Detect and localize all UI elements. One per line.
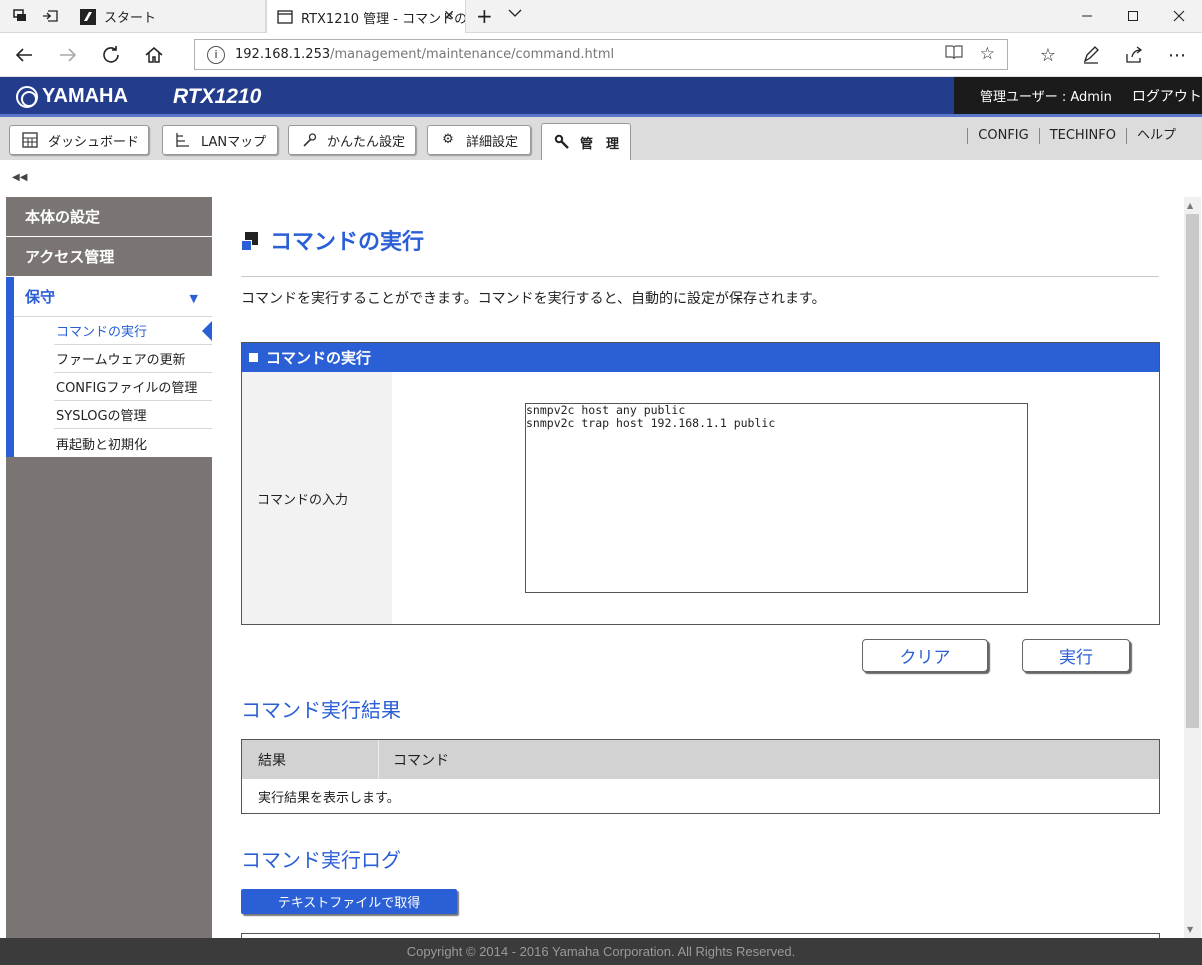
chevron-down-icon[interactable] xyxy=(508,6,522,22)
browser-tab-bar: スタート RTX1210 管理 - コマンドの ✕ + xyxy=(0,0,1202,34)
result-section-title: コマンド実行結果 xyxy=(241,698,401,722)
favorites-hub-icon[interactable]: ☆ xyxy=(1034,41,1062,69)
address-bar: i 192.168.1.253/management/maintenance/c… xyxy=(0,33,1202,77)
command-input[interactable]: snmpv2c host any public snmpv2c trap hos… xyxy=(525,403,1028,593)
menu-management-tab[interactable]: 管 理 xyxy=(541,123,631,160)
url-host: 192.168.1.253 xyxy=(235,47,331,62)
info-icon[interactable]: i xyxy=(207,45,225,64)
favorite-star-icon[interactable]: ☆ xyxy=(980,44,995,64)
router-header: YAMAHA RTX1210 管理ユーザー : Admin ログアウト xyxy=(0,77,1202,117)
title-divider xyxy=(241,276,1159,277)
reading-view-icon[interactable] xyxy=(945,44,963,65)
log-section-title: コマンド実行ログ xyxy=(241,848,401,872)
run-button[interactable]: 実行 xyxy=(1022,639,1130,672)
gear-icon: ⚙ xyxy=(442,132,454,147)
title-square-icon xyxy=(241,231,258,251)
tab-actions-icon[interactable] xyxy=(10,6,30,26)
url-path: /management/maintenance/command.html xyxy=(330,47,615,62)
refresh-icon[interactable] xyxy=(97,41,125,69)
triangle-down-icon: ▼ xyxy=(189,292,198,305)
collapse-sidebar-icon[interactable]: ◀◀ xyxy=(12,172,27,183)
minimize-icon[interactable] xyxy=(1064,0,1110,32)
scroll-down-icon[interactable]: ▼ xyxy=(1187,925,1193,934)
scroll-up-icon[interactable]: ▲ xyxy=(1187,201,1193,210)
menu-easy-setup-button[interactable]: かんたん設定 xyxy=(288,125,416,155)
share-icon[interactable] xyxy=(1120,41,1148,69)
model-name: RTX1210 xyxy=(173,85,262,108)
command-box: コマンドの実行 コマンドの入力 snmpv2c host any public … xyxy=(241,342,1160,625)
sidebar-item-firmware-update[interactable]: ファームウェアの更新 xyxy=(54,345,212,373)
maximize-icon[interactable] xyxy=(1110,0,1156,32)
new-tab-icon[interactable]: + xyxy=(476,4,493,28)
result-column-header: 結果 xyxy=(242,740,379,779)
sidebar-section-maintenance: 保守 ▼ コマンドの実行 ファームウェアの更新 CONFIGファイルの管理 SY… xyxy=(6,277,212,457)
page-scrollbar[interactable]: ▲ ▼ xyxy=(1184,197,1201,938)
sidebar-item-maintenance[interactable]: 保守 ▼ xyxy=(14,277,212,317)
logout-link[interactable]: ログアウト xyxy=(1132,86,1202,106)
close-window-icon[interactable] xyxy=(1156,0,1202,32)
close-tab-icon[interactable]: ✕ xyxy=(443,8,455,24)
main-menu: ダッシュボード LANマップ かんたん設定 ⚙ 詳細設定 管 理 CONFIG … xyxy=(0,117,1202,160)
sidebar-item-restart-init[interactable]: 再起動と初期化 xyxy=(54,429,212,457)
command-box-header: コマンドの実行 xyxy=(242,343,1159,372)
copyright: Copyright © 2014 - 2016 Yamaha Corporati… xyxy=(406,944,796,959)
page-description: コマンドを実行することができます。コマンドを実行すると、自動的に設定が保存されま… xyxy=(241,291,826,307)
scroll-thumb[interactable] xyxy=(1186,214,1199,728)
tab-start[interactable]: スタート xyxy=(70,0,266,33)
dashboard-grid-icon xyxy=(22,132,38,148)
sidebar: 本体の設定 アクセス管理 保守 ▼ コマンドの実行 ファームウェアの更新 CON… xyxy=(6,197,212,938)
yamaha-emblem-icon xyxy=(16,85,38,108)
user-box: 管理ユーザー : Admin ログアウト xyxy=(954,77,1202,114)
menu-dashboard-button[interactable]: ダッシュボード xyxy=(9,125,149,155)
notes-pen-icon[interactable] xyxy=(1077,41,1105,69)
result-table-header: 結果 コマンド xyxy=(242,740,1159,779)
back-icon[interactable] xyxy=(10,41,38,69)
more-icon[interactable]: ⋯ xyxy=(1163,41,1191,69)
page-title: コマンドの実行 xyxy=(241,224,424,256)
download-log-button[interactable]: テキストファイルで取得 xyxy=(241,889,457,914)
tab-label: スタート xyxy=(104,11,157,26)
top-links: CONFIG TECHINFO ヘルプ xyxy=(967,128,1186,144)
result-table: 結果 コマンド 実行結果を表示します。 xyxy=(241,739,1160,814)
set-aside-tabs-icon[interactable] xyxy=(40,6,60,26)
sidebar-item-config-file[interactable]: CONFIGファイルの管理 xyxy=(54,373,212,401)
menu-advanced-settings-button[interactable]: ⚙ 詳細設定 xyxy=(427,125,531,155)
lanmap-icon xyxy=(175,132,191,148)
forward-icon[interactable] xyxy=(54,41,82,69)
user-label: 管理ユーザー : Admin xyxy=(980,90,1112,105)
command-input-label: コマンドの入力 xyxy=(242,372,392,624)
sidebar-item-command-execution[interactable]: コマンドの実行 xyxy=(54,317,212,345)
config-link[interactable]: CONFIG xyxy=(967,128,1038,144)
clear-button[interactable]: クリア xyxy=(862,639,988,672)
yamaha-logo: YAMAHA xyxy=(16,85,128,108)
url-field[interactable]: i 192.168.1.253/management/maintenance/c… xyxy=(194,39,1008,70)
footer: Copyright © 2014 - 2016 Yamaha Corporati… xyxy=(0,938,1202,965)
help-link[interactable]: ヘルプ xyxy=(1125,128,1186,144)
sidebar-item-device-settings[interactable]: 本体の設定 xyxy=(6,197,212,237)
start-page-icon xyxy=(80,8,96,25)
header-square-icon xyxy=(249,353,258,362)
sidebar-item-access-management[interactable]: アクセス管理 xyxy=(6,237,212,277)
sidebar-item-syslog[interactable]: SYSLOGの管理 xyxy=(54,401,212,429)
wrench-icon xyxy=(554,134,570,150)
command-column-header: コマンド xyxy=(393,752,449,769)
table-row: 実行結果を表示します。 xyxy=(258,790,400,806)
tab-label: RTX1210 管理 - コマンドの xyxy=(301,11,466,27)
wand-icon xyxy=(301,132,317,148)
page-icon xyxy=(277,9,293,25)
menu-lanmap-button[interactable]: LANマップ xyxy=(162,125,278,155)
tab-rtx1210-command[interactable]: RTX1210 管理 - コマンドの ✕ xyxy=(266,0,466,34)
home-icon[interactable] xyxy=(140,41,168,69)
techinfo-link[interactable]: TECHINFO xyxy=(1038,128,1126,144)
